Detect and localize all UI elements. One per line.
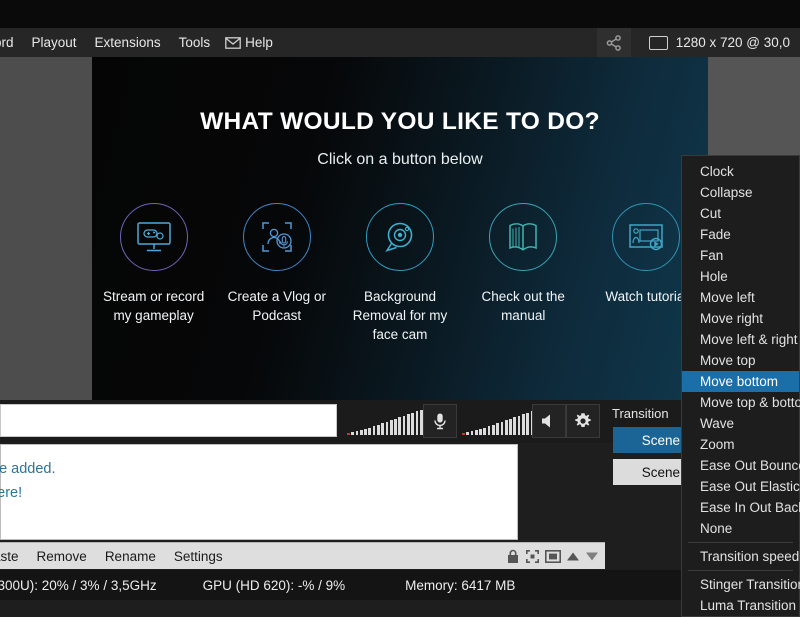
welcome-button-label: Check out the manual xyxy=(481,289,565,323)
remove-button[interactable]: Remove xyxy=(28,549,96,564)
welcome-button-label: Create a Vlog or Podcast xyxy=(227,289,326,323)
mail-icon xyxy=(225,36,241,49)
gamepad-monitor-icon xyxy=(119,203,188,271)
status-bar: 5-7300U): 20% / 3% / 3,5GHz GPU (HD 620)… xyxy=(0,570,800,600)
dropdown-item[interactable]: Luma Transition xyxy=(682,595,799,616)
paste-button[interactable]: aste xyxy=(0,549,28,564)
gear-icon xyxy=(575,413,591,427)
dropdown-item[interactable]: Fade xyxy=(682,224,799,245)
transition-scene-selected[interactable]: Scene xyxy=(613,427,687,453)
welcome-button-row: Stream or record my gameplay Create a Vl… xyxy=(92,203,708,344)
webcam-icon xyxy=(366,203,434,271)
video-play-icon xyxy=(612,203,681,271)
share-icon[interactable] xyxy=(596,28,631,57)
dropdown-item[interactable]: Wave xyxy=(682,413,799,434)
welcome-button-vlog[interactable]: Create a Vlog or Podcast xyxy=(215,203,338,344)
dropdown-item[interactable]: Move top & bottom xyxy=(682,392,800,413)
menu-item-tools[interactable]: Tools xyxy=(170,28,220,57)
microphone-icon xyxy=(434,413,446,430)
dropdown-item[interactable]: Fan xyxy=(682,245,799,266)
welcome-button-manual[interactable]: Check out the manual xyxy=(462,203,585,344)
dropdown-item[interactable]: Move top xyxy=(682,350,799,371)
screen-icon[interactable] xyxy=(545,549,561,563)
monitor-icon xyxy=(648,35,668,50)
dropdown-item[interactable]: Move left & right xyxy=(682,329,799,350)
transition-scene-alt[interactable]: Scene xyxy=(613,459,687,485)
audio-settings-button[interactable] xyxy=(566,404,600,438)
status-cpu: 5-7300U): 20% / 3% / 3,5GHz xyxy=(0,577,157,593)
resolution-label: 1280 x 720 @ 30,0 xyxy=(675,35,790,50)
mic-level-bars xyxy=(347,409,431,435)
dropdown-item[interactable]: Move bottom xyxy=(682,371,799,392)
status-memory: Memory: 6417 MB xyxy=(405,577,516,593)
menu-item-help[interactable]: Help xyxy=(243,28,282,57)
welcome-subhead: Click on a button below xyxy=(317,151,483,168)
menu-item-extensions[interactable]: Extensions xyxy=(86,28,170,57)
speaker-icon xyxy=(542,414,550,428)
dropdown-item[interactable]: Clock xyxy=(682,161,799,182)
dropdown-item[interactable]: Ease Out Elastic xyxy=(682,476,800,497)
dropdown-item[interactable]: None xyxy=(682,518,799,539)
lock-icon[interactable] xyxy=(506,549,520,564)
transition-dropdown-menu[interactable]: Clock Collapse Cut Fade Fan Hole Move left Move… xyxy=(681,155,800,617)
left-panel xyxy=(0,57,92,400)
person-mic-icon xyxy=(242,203,311,271)
sources-icon-group xyxy=(506,549,605,564)
menu-separator xyxy=(688,542,793,543)
book-icon xyxy=(489,203,558,271)
welcome-button-stream[interactable]: Stream or record my gameplay xyxy=(92,203,215,344)
arrow-down-icon[interactable] xyxy=(585,550,599,563)
speaker-button[interactable] xyxy=(532,404,566,438)
dropdown-item[interactable]: Zoom xyxy=(682,434,799,455)
audio-name-field[interactable] xyxy=(0,404,337,437)
arrow-up-icon[interactable] xyxy=(566,550,580,563)
sources-hint-line-1: rce added. xyxy=(0,461,56,477)
dropdown-item[interactable]: Hole xyxy=(682,266,799,287)
welcome-button-label: Background Removal for my face cam xyxy=(352,289,448,342)
mic-button[interactable] xyxy=(423,404,457,438)
dropdown-item[interactable]: Ease In Out Back xyxy=(682,497,800,518)
dropdown-item[interactable]: Move left xyxy=(682,287,799,308)
welcome-headline: WHAT WOULD YOU LIKE TO DO? xyxy=(200,108,600,135)
sources-list-panel[interactable]: rce added. e here! xyxy=(0,444,518,540)
status-gpu: GPU (HD 620): -% / 9% xyxy=(202,577,346,593)
welcome-button-background-removal[interactable]: Background Removal for my face cam xyxy=(338,203,461,344)
menu-item-record[interactable]: ord xyxy=(0,28,23,57)
preview-canvas[interactable]: WHAT WOULD YOU LIKE TO DO? Click on a bu… xyxy=(92,57,708,400)
dropdown-item[interactable]: Move right xyxy=(682,308,799,329)
dropdown-item[interactable]: Cut xyxy=(682,203,799,224)
welcome-button-label: Stream or record my gameplay xyxy=(102,289,205,323)
expand-icon[interactable] xyxy=(525,549,540,564)
dropdown-item[interactable]: Ease Out Bounce xyxy=(682,455,800,476)
dropdown-item[interactable]: Stinger Transition xyxy=(682,574,800,595)
window-top-strip xyxy=(0,0,800,28)
mic-level-meter xyxy=(347,409,431,435)
menu-bar-right: 1280 x 720 @ 30,0 xyxy=(596,28,800,57)
dropdown-item[interactable]: Transition speed xyxy=(682,546,799,567)
menu-item-playout[interactable]: Playout xyxy=(23,28,86,57)
menu-bar: ord Playout Extensions Tools Help 1280 x… xyxy=(0,28,800,57)
output-resolution: 1280 x 720 @ 30,0 xyxy=(631,35,800,50)
menu-separator xyxy=(688,570,793,571)
sources-button-bar: aste Remove Rename Settings xyxy=(0,542,605,569)
dropdown-item[interactable]: Collapse xyxy=(682,182,799,203)
sources-hint-line-2: e here! xyxy=(0,485,23,501)
settings-button[interactable]: Settings xyxy=(165,549,232,564)
rename-button[interactable]: Rename xyxy=(96,549,165,564)
